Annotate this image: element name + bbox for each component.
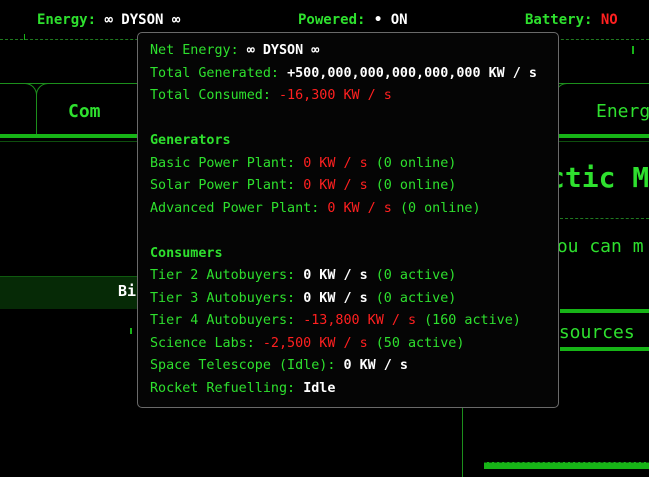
consumer-value: 0 KW / s <box>303 268 368 283</box>
net-energy-label: Net Energy: <box>150 43 239 58</box>
energy-value: ∞ DYSON ∞ <box>104 12 181 28</box>
generator-label: Solar Power Plant: <box>150 178 296 193</box>
generator-label: Advanced Power Plant: <box>150 201 320 216</box>
consumer-count: (50 active) <box>375 336 465 351</box>
consumer-label: Space Telescope (Idle): <box>150 358 336 373</box>
consumer-value: -13,800 KW / s <box>303 313 417 328</box>
progress-bar <box>484 462 649 469</box>
powered-label: Powered: <box>298 12 366 28</box>
generator-row: Solar Power Plant: 0 KW / s (0 online) <box>150 175 456 198</box>
resources-border-top <box>560 309 649 313</box>
total-consumed-label: Total Consumed: <box>150 88 271 103</box>
generators-heading: Generators <box>150 133 231 148</box>
consumer-value: -2,500 KW / s <box>262 336 368 351</box>
consumer-label: Tier 4 Autobuyers: <box>150 313 296 328</box>
battery-status: Battery: NO <box>525 12 618 28</box>
total-generated-row: Total Generated: +500,000,000,000,000,00… <box>150 63 537 86</box>
consumer-count: (0 active) <box>375 291 457 306</box>
consumer-label: Tier 3 Autobuyers: <box>150 291 296 306</box>
consumers-heading: Consumers <box>150 246 223 261</box>
resources-border-bottom <box>560 347 649 351</box>
resources-label: esources <box>548 322 635 343</box>
tick-mark <box>632 46 634 54</box>
consumer-row: Tier 3 Autobuyers: 0 KW / s (0 active) <box>150 288 456 311</box>
total-generated-value: +500,000,000,000,000,000 KW / s <box>287 66 537 81</box>
consumer-row: Space Telescope (Idle): 0 KW / s <box>150 355 408 378</box>
generator-label: Basic Power Plant: <box>150 156 296 171</box>
panel-description: you can m <box>546 236 644 257</box>
net-energy-value: ∞ DYSON ∞ <box>246 43 320 58</box>
total-consumed-row: Total Consumed: -16,300 KW / s <box>150 85 392 108</box>
consumer-label: Tier 2 Autobuyers: <box>150 268 296 283</box>
generator-count: (0 online) <box>399 201 481 216</box>
battery-label: Battery: <box>525 12 593 28</box>
consumer-label: Rocket Refuelling: <box>150 381 296 396</box>
generator-row: Basic Power Plant: 0 KW / s (0 online) <box>150 153 456 176</box>
generator-value: 0 KW / s <box>303 178 368 193</box>
net-energy-row: Net Energy: ∞ DYSON ∞ <box>150 40 319 63</box>
consumer-row: Rocket Refuelling: Idle <box>150 378 335 401</box>
consumer-value: 0 KW / s <box>343 358 409 373</box>
consumer-value: 0 KW / s <box>303 291 368 306</box>
generator-count: (0 online) <box>375 178 457 193</box>
consumer-row: Tier 4 Autobuyers: -13,800 KW / s (160 a… <box>150 310 521 333</box>
powered-value: • ON <box>373 12 408 28</box>
heading-divider <box>560 218 649 219</box>
generator-value: 0 KW / s <box>327 201 392 216</box>
energy-tooltip: Net Energy: ∞ DYSON ∞ Total Generated: +… <box>137 32 559 408</box>
battery-value: NO <box>600 12 618 28</box>
powered-status: Powered: • ON <box>298 12 408 28</box>
consumer-label: Science Labs: <box>150 336 255 351</box>
generator-row: Advanced Power Plant: 0 KW / s (0 online… <box>150 198 481 221</box>
tick-mark <box>130 328 132 334</box>
consumer-row: Tier 2 Autobuyers: 0 KW / s (0 active) <box>150 265 456 288</box>
energy-label: Energy: <box>37 12 97 28</box>
list-row-label: Bi <box>118 282 137 300</box>
generator-count: (0 online) <box>375 156 457 171</box>
consumer-count: (0 active) <box>375 268 457 283</box>
consumer-count: (160 active) <box>424 313 521 328</box>
consumer-value: Idle <box>303 381 336 396</box>
energy-status: Energy: ∞ DYSON ∞ <box>37 12 180 28</box>
panel-border-left <box>462 405 463 477</box>
tab-energy-label: Energ <box>596 101 649 122</box>
panel-heading: ctic M <box>548 161 649 194</box>
tab-com-label: Com <box>68 101 101 122</box>
total-generated-label: Total Generated: <box>150 66 279 81</box>
generator-value: 0 KW / s <box>303 156 368 171</box>
tick-mark <box>24 34 25 40</box>
tab-previous[interactable] <box>0 83 37 137</box>
consumer-row: Science Labs: -2,500 KW / s (50 active) <box>150 333 464 356</box>
total-consumed-value: -16,300 KW / s <box>279 88 392 103</box>
